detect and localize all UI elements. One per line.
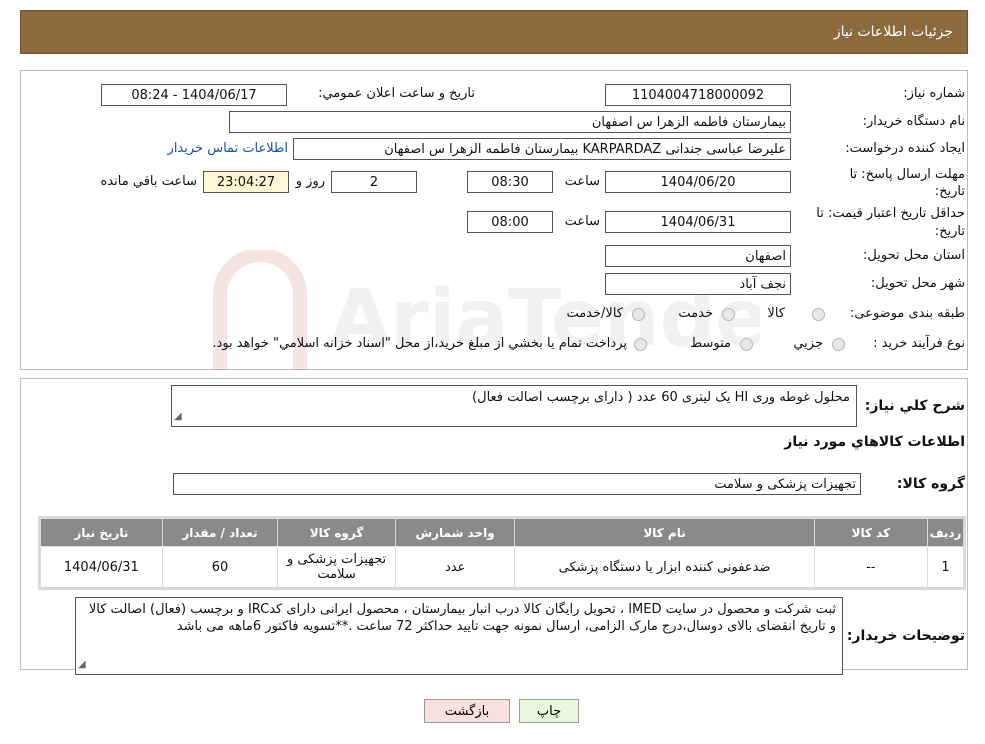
reply-deadline-time-label: ساعت [564, 174, 600, 189]
announce-datetime-field: 1404/06/17 - 08:24 [101, 84, 287, 106]
reply-days-field: 2 [331, 171, 417, 193]
cell-item-name: ضدعفونی کننده ابزار یا دستگاه پزشکی [514, 546, 815, 588]
cell-unit: عدد [394, 546, 516, 588]
page-title: جزئیات اطلاعات نیاز [833, 24, 953, 40]
price-validity-time-field: 08:00 [467, 211, 553, 233]
requester-label: ایجاد کننده درخواست: [845, 141, 965, 156]
delivery-province-label: استان محل تحويل: [863, 248, 965, 263]
buyer-contact-link[interactable]: اطلاعات تماس خريدار [168, 141, 288, 156]
price-validity-time-label: ساعت [564, 214, 600, 229]
category-option-goods-service: کالا/خدمت [566, 306, 623, 321]
delivery-province-field: اصفهان [605, 245, 791, 267]
cell-quantity: 60 [161, 546, 279, 588]
buyer-org-label: نام دستگاه خريدار: [862, 114, 965, 129]
summary-text: محلول غوطه وری HI یک لیتری 60 عدد ( دارا… [472, 390, 850, 405]
purchase-radio-small[interactable] [832, 338, 845, 351]
price-validity-date-field: 1404/06/31 [605, 211, 791, 233]
purchase-option-small: جزيي [793, 336, 823, 351]
print-button[interactable]: چاپ [519, 699, 579, 723]
cell-row-number: 1 [927, 546, 964, 588]
category-radio-goods[interactable] [812, 308, 825, 321]
reply-days-label: روز و [295, 174, 325, 189]
category-radio-goods-service[interactable] [632, 308, 645, 321]
goods-group-field: تجهیزات پزشکی و سلامت [173, 473, 861, 495]
need-number-label: شماره نیاز: [903, 86, 965, 101]
back-button[interactable]: بازگشت [424, 699, 510, 723]
price-validity-label: حداقل تاريخ اعتبار قيمت: تا [816, 206, 965, 221]
col-quantity: تعداد / مقدار [161, 518, 279, 547]
items-table: رديف کد کالا نام کالا واحد شمارش گروه کا… [40, 518, 964, 588]
remaining-time-field: 23:04:27 [203, 171, 289, 193]
reply-deadline-label-date: تاريخ: [934, 184, 965, 199]
col-row-number: رديف [927, 518, 964, 547]
reply-deadline-time-field: 08:30 [467, 171, 553, 193]
buyer-notes-text: ثبت شرکت و محصول در سایت IMED ، تحویل را… [88, 602, 836, 634]
category-radio-service[interactable] [722, 308, 735, 321]
resize-grip-icon[interactable]: ◢ [78, 656, 86, 673]
purchase-option-medium: متوسط [690, 336, 731, 351]
cell-item-code: -- [813, 546, 929, 588]
treasury-checkbox[interactable] [634, 338, 647, 351]
goods-group-label: گروه کالا: [896, 476, 965, 492]
category-option-goods: کالا [767, 306, 785, 321]
buyer-notes-field: ثبت شرکت و محصول در سایت IMED ، تحویل را… [75, 597, 843, 675]
col-item-group: گروه کالا [277, 518, 396, 547]
buyer-notes-label: توضيحات خريدار: [846, 628, 965, 644]
cell-need-date: 1404/06/31 [40, 546, 163, 588]
need-number-field: 1104004718000092 [605, 84, 791, 106]
category-label: طبقه بندی موضوعی: [849, 306, 965, 321]
summary-label: شرح کلي نياز: [864, 398, 965, 414]
summary-field: محلول غوطه وری HI یک لیتری 60 عدد ( دارا… [171, 385, 857, 427]
col-need-date: تاريخ نياز [40, 518, 163, 547]
category-option-service: خدمت [678, 306, 713, 321]
delivery-city-field: نجف آباد [605, 273, 791, 295]
col-item-name: نام کالا [514, 518, 815, 547]
announce-datetime-label: تاریخ و ساعت اعلان عمومي: [318, 86, 475, 101]
col-unit: واحد شمارش [394, 518, 516, 547]
remaining-time-label: ساعت باقي مانده [100, 174, 197, 189]
col-item-code: کد کالا [813, 518, 929, 547]
page-header: جزئیات اطلاعات نیاز [20, 10, 968, 54]
purchase-type-label: نوع فرآيند خريد : [873, 336, 965, 351]
treasury-note: پرداخت تمام يا بخشي از مبلغ خريد،از محل … [212, 336, 627, 351]
requester-field: علیرضا عباسی جندانی KARPARDAZ بیمارستان … [293, 138, 791, 160]
purchase-radio-medium[interactable] [740, 338, 753, 351]
reply-deadline-label: مهلت ارسال پاسخ: تا [849, 167, 965, 182]
buyer-org-field: بیمارستان فاطمه الزهرا س اصفهان [229, 111, 791, 133]
goods-section-title: اطلاعات کالاهاي مورد نياز [784, 434, 965, 450]
items-table-header: رديف کد کالا نام کالا واحد شمارش گروه کا… [40, 518, 964, 547]
resize-grip-icon[interactable]: ◢ [174, 408, 182, 425]
items-table-frame: رديف کد کالا نام کالا واحد شمارش گروه کا… [38, 516, 966, 590]
delivery-city-label: شهر محل تحويل: [870, 276, 965, 291]
table-row: 1 -- ضدعفونی کننده ابزار یا دستگاه پزشکی… [40, 546, 964, 588]
reply-deadline-date-field: 1404/06/20 [605, 171, 791, 193]
price-validity-label-date: تاريخ: [934, 224, 965, 239]
cell-item-group: تجهیزات پزشکی و سلامت [277, 546, 396, 588]
